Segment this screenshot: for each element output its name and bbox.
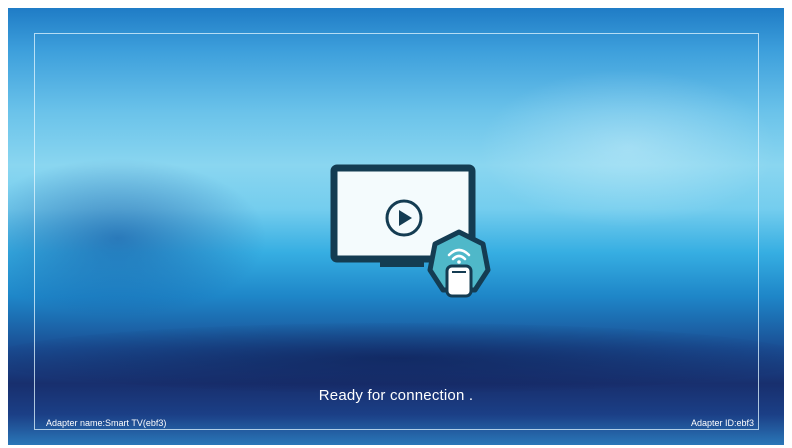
tv-screen: Ready for connection . Adapter name:Smar…: [0, 0, 792, 448]
connection-illustration: [330, 164, 491, 298]
adapter-name-label: Adapter name:Smart TV(ebf3): [46, 418, 167, 428]
remote-icon: [445, 264, 473, 298]
wifi-remote-badge-icon: [427, 229, 491, 298]
connection-status-text: Ready for connection .: [318, 387, 474, 404]
display-area: Ready for connection . Adapter name:Smar…: [8, 8, 784, 445]
adapter-id-label: Adapter ID:ebf3: [690, 418, 754, 428]
